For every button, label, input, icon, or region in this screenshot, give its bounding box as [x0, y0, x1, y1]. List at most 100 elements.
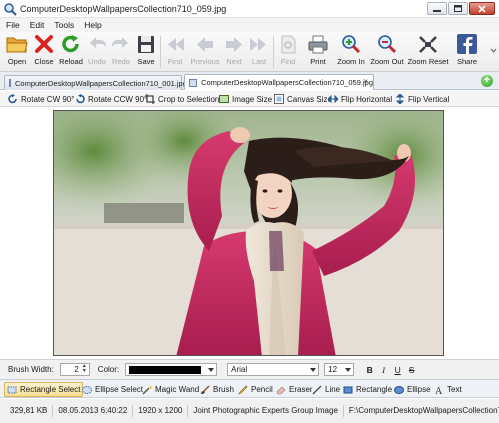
canvas-size-button[interactable]: Canvas Size	[274, 93, 332, 105]
bold-button[interactable]: B	[364, 364, 375, 376]
image-edit-bar: Rotate CW 90° Rotate CCW 90° Crop to Sel…	[0, 91, 499, 107]
rotate-cw-icon	[8, 94, 18, 104]
eraser-icon	[276, 385, 286, 395]
ellipse-select-icon	[82, 385, 92, 395]
find-document-icon	[277, 34, 299, 55]
minimize-button[interactable]	[427, 2, 447, 15]
tab-label: ComputerDesktopWallpapersCollection710_0…	[15, 78, 187, 88]
file-path: F:\ComputerDesktopWallpapersCollection71…	[348, 406, 499, 415]
zoom-reset-button[interactable]: Zoom Reset	[407, 34, 449, 70]
facebook-icon	[456, 34, 478, 55]
pencil-tool[interactable]: Pencil	[236, 382, 275, 397]
redo-button[interactable]: Redo	[109, 34, 133, 70]
file-date: 08.05.2013 6:40:22	[53, 405, 134, 417]
magic-wand-icon	[142, 384, 152, 395]
brush-tool[interactable]: Brush	[198, 382, 236, 397]
add-tab-icon[interactable]: +	[481, 75, 493, 87]
previous-button[interactable]: Previous	[189, 34, 221, 70]
rectangle-icon	[343, 385, 353, 395]
font-select[interactable]: Arial	[227, 363, 320, 376]
reload-button[interactable]: Reload	[57, 34, 85, 70]
flip-vertical-button[interactable]: Flip Vertical	[395, 93, 449, 105]
chevron-down-icon	[310, 368, 317, 372]
first-button[interactable]: First	[163, 34, 187, 70]
share-button[interactable]: Share	[454, 34, 480, 70]
rectangle-tool[interactable]: Rectangle	[341, 382, 394, 397]
text-tool[interactable]: A Text	[432, 382, 464, 397]
rotate-ccw-button[interactable]: Rotate CCW 90°	[75, 93, 147, 105]
flip-horizontal-icon	[327, 94, 339, 104]
zoom-in-icon	[340, 34, 362, 55]
tab-image-059[interactable]: ComputerDesktopWallpapersCollection710_0…	[184, 74, 374, 90]
toolbar-overflow-chevron-icon[interactable]	[490, 46, 497, 56]
open-button[interactable]: Open	[3, 34, 31, 70]
save-button[interactable]: Save	[133, 34, 159, 70]
image-size-button[interactable]: Image Size	[219, 93, 272, 105]
strikethrough-button[interactable]: S	[406, 364, 417, 376]
color-select[interactable]	[125, 363, 218, 376]
text-icon: A	[434, 385, 444, 397]
next-arrow-icon	[223, 34, 245, 55]
maximize-button[interactable]	[448, 2, 468, 15]
close-button[interactable]: Close	[31, 34, 57, 70]
line-tool[interactable]: Line	[310, 382, 342, 397]
title-bar: ComputerDesktopWallpapersCollection710_0…	[0, 0, 499, 18]
stepper-arrows-icon[interactable]: ▲ ▼	[81, 364, 88, 375]
next-button[interactable]: Next	[222, 34, 246, 70]
image-file-icon	[189, 78, 198, 87]
image-size-icon	[219, 94, 229, 104]
find-button[interactable]: Find	[276, 34, 300, 70]
brush-width-stepper[interactable]: 2 ▲ ▼	[59, 363, 90, 376]
chevron-down-icon	[345, 368, 352, 372]
crop-button[interactable]: Crop to Selection	[145, 93, 219, 105]
menu-help[interactable]: Help	[79, 20, 106, 30]
red-x-icon	[33, 34, 55, 55]
color-swatch	[129, 365, 202, 374]
printer-icon	[307, 34, 329, 55]
drawing-options-bar: Brush Width: 2 ▲ ▼ Color: Arial 12 B I U …	[0, 359, 499, 379]
ellipse-tool[interactable]: Ellipse	[392, 382, 433, 397]
rectangle-select-icon	[7, 385, 17, 395]
tab-bar: ComputerDesktopWallpapersCollection710_0…	[0, 72, 499, 90]
last-button[interactable]: Last	[247, 34, 271, 70]
rotate-cw-button[interactable]: Rotate CW 90°	[8, 93, 74, 105]
zoom-in-button[interactable]: Zoom In	[334, 34, 368, 70]
font-size-select[interactable]: 12	[324, 363, 355, 376]
magic-wand-tool[interactable]: Magic Wand	[140, 382, 201, 397]
svg-text:A: A	[435, 386, 443, 395]
displayed-photo	[53, 110, 444, 356]
image-canvas[interactable]	[0, 107, 499, 357]
close-window-button[interactable]	[469, 2, 495, 15]
chevron-down-icon	[208, 368, 215, 372]
magnifier-app-icon	[3, 2, 17, 16]
underline-button[interactable]: U	[392, 364, 403, 376]
file-type: Joint Photographic Experts Group Image	[188, 405, 344, 417]
menu-edit[interactable]: Edit	[25, 20, 50, 30]
tab-label: ComputerDesktopWallpapersCollection710_0…	[201, 78, 373, 87]
ellipse-select-tool[interactable]: Ellipse Select	[80, 382, 145, 397]
drawing-tools-bar: Rectangle Select Ellipse Select Magic Wa…	[0, 379, 499, 398]
window-title: ComputerDesktopWallpapersCollection710_0…	[20, 3, 227, 14]
print-button[interactable]: Print	[305, 34, 331, 70]
pencil-icon	[238, 385, 248, 395]
menu-file[interactable]: File	[0, 20, 25, 30]
menu-tools[interactable]: Tools	[49, 20, 79, 30]
ellipse-icon	[394, 385, 404, 395]
tab-image-001[interactable]: ComputerDesktopWallpapersCollection710_0…	[4, 75, 187, 90]
italic-button[interactable]: I	[378, 364, 389, 376]
undo-button[interactable]: Undo	[85, 34, 109, 70]
flip-horizontal-button[interactable]: Flip Horizontal	[327, 93, 392, 105]
reload-icon	[60, 34, 82, 55]
rotate-ccw-icon	[75, 94, 85, 104]
canvas-size-icon	[274, 94, 284, 104]
line-icon	[312, 385, 322, 395]
zoom-out-button[interactable]: Zoom Out	[368, 34, 406, 70]
zoom-out-icon	[376, 34, 398, 55]
color-label: Color:	[97, 365, 120, 374]
status-bar: 329,81 KB 08.05.2013 6:40:22 1920 x 1200…	[0, 399, 499, 423]
first-page-icon	[164, 34, 186, 55]
rectangle-select-tool[interactable]: Rectangle Select	[4, 382, 84, 397]
image-file-icon	[9, 79, 11, 87]
tab-close-icon[interactable]: ×	[363, 77, 368, 86]
eraser-tool[interactable]: Eraser	[274, 382, 315, 397]
